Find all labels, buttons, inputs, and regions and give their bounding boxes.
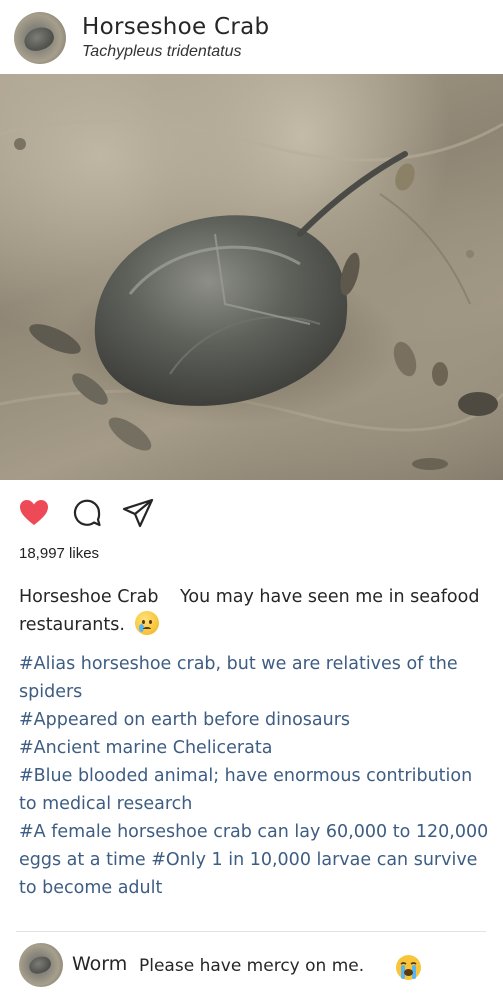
post-photo[interactable] (0, 74, 503, 480)
horseshoe-crab-illustration (0, 119, 503, 470)
heart-icon (20, 500, 48, 525)
hashtag-line[interactable]: #Blue blooded animal; have enormous cont… (19, 762, 489, 818)
comments-divider (16, 931, 486, 932)
comment-item: Worm Please have mercy on me. (0, 940, 503, 990)
comment-text: Please have mercy on me. (139, 956, 365, 976)
likes-count[interactable]: 18,997 likes (19, 545, 99, 562)
share-button[interactable] (121, 496, 155, 530)
hashtag-line[interactable]: #Appeared on earth before dinosaurs (19, 706, 489, 734)
author-name[interactable]: Horseshoe Crab (82, 14, 269, 40)
send-icon (122, 498, 154, 528)
hashtag-list: #Alias horseshoe crab, but we are relati… (19, 650, 489, 902)
caption-author[interactable]: Horseshoe Crab (19, 587, 158, 607)
comment-icon (73, 499, 101, 527)
post-actions (0, 496, 503, 532)
commenter-name[interactable]: Worm (72, 953, 127, 975)
scientific-name: Tachypleus tridentatus (82, 43, 242, 60)
hashtag-line[interactable]: #Ancient marine Chelicerata (19, 734, 489, 762)
author-avatar[interactable] (14, 12, 66, 64)
loudly-crying-face-emoji-icon (396, 955, 421, 980)
post-caption: Horseshoe Crab You may have seen me in s… (19, 583, 489, 639)
like-button[interactable] (17, 496, 51, 530)
hashtag-line[interactable]: #Alias horseshoe crab, but we are relati… (19, 650, 489, 706)
crying-face-emoji-icon (134, 611, 159, 635)
comment-button[interactable] (70, 496, 104, 530)
commenter-avatar[interactable] (19, 943, 63, 987)
hashtag-line[interactable]: #A female horseshoe crab can lay 60,000 … (19, 818, 489, 902)
post-header: Horseshoe Crab Tachypleus tridentatus (0, 0, 503, 74)
